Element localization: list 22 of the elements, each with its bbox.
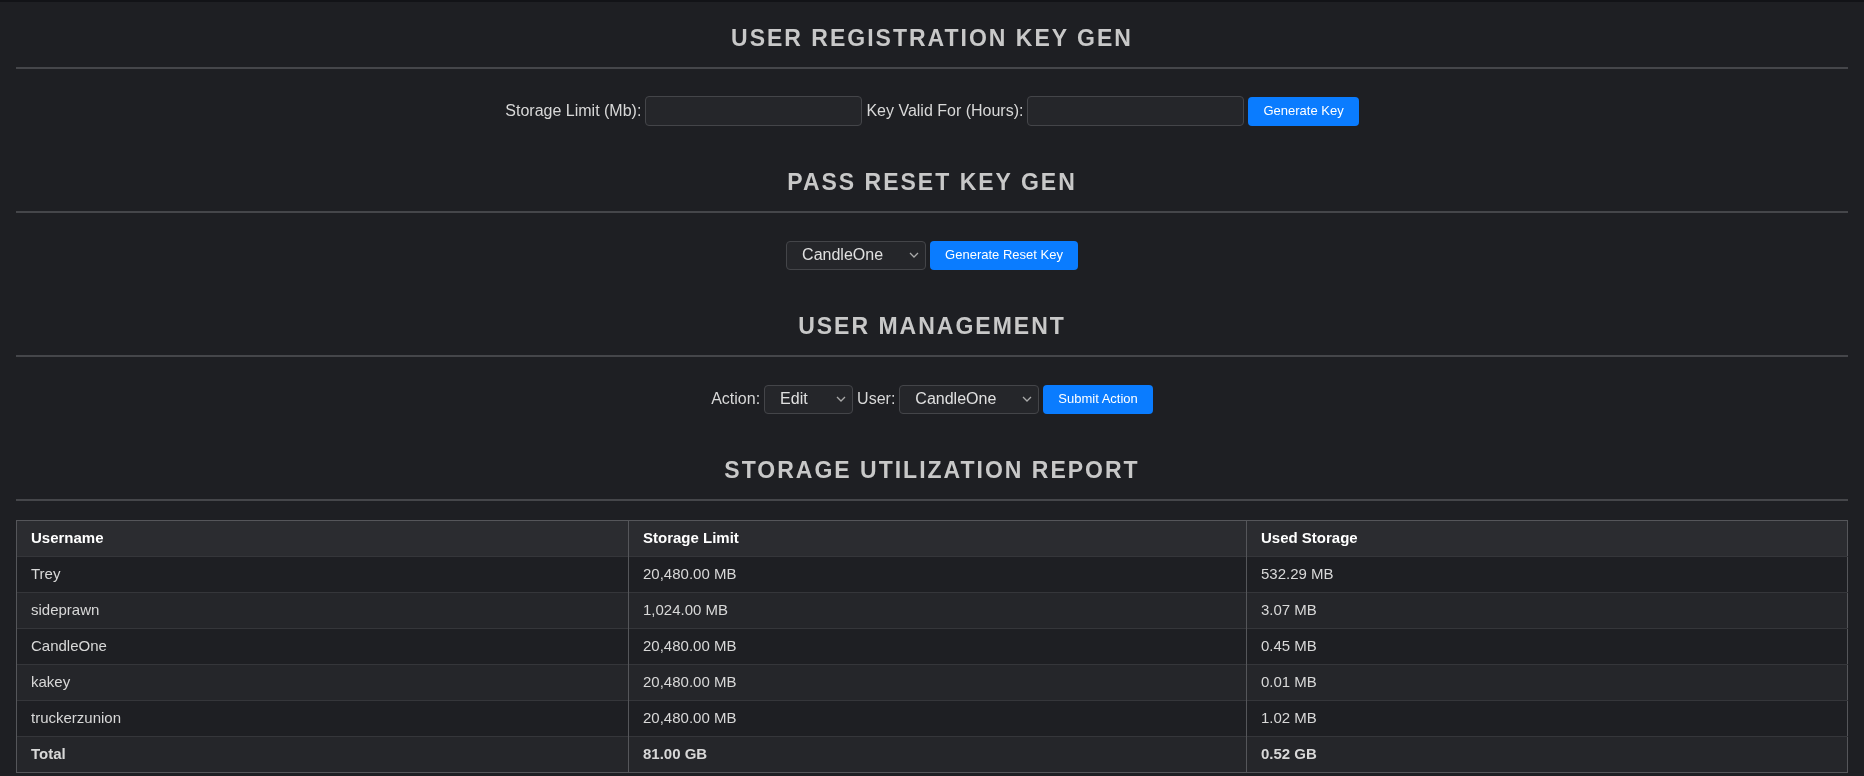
table-cell: 81.00 GB — [628, 736, 1247, 773]
section-heading: USER REGISTRATION KEY GEN — [731, 24, 1133, 53]
chevron-down-icon — [1022, 396, 1033, 402]
field-label: User: — [857, 389, 896, 409]
primary-button[interactable]: Submit Action — [1043, 384, 1153, 414]
field-label: Action: — [711, 389, 761, 409]
chevron-down-icon — [836, 396, 847, 402]
field-label: Storage Limit (Mb): — [505, 101, 642, 121]
section-heading: USER MANAGEMENT — [798, 312, 1066, 341]
primary-button[interactable]: Generate Reset Key — [930, 240, 1078, 270]
field-label: Key Valid For (Hours): — [866, 101, 1024, 121]
dropdown-select[interactable]: CandleOne — [786, 240, 927, 270]
section-heading: PASS RESET KEY GEN — [787, 168, 1077, 197]
table-cell: Total — [16, 736, 629, 773]
dropdown-select[interactable]: Edit — [764, 384, 854, 414]
storage-limit-field[interactable] — [645, 96, 863, 126]
key-valid-field[interactable] — [1027, 96, 1245, 126]
section-heading: STORAGE UTILIZATION REPORT — [724, 456, 1140, 485]
chevron-down-icon — [909, 252, 920, 258]
primary-button[interactable]: Generate Key — [1248, 96, 1359, 126]
table-cell: 0.52 GB — [1246, 736, 1848, 773]
dropdown-select[interactable]: CandleOne — [899, 384, 1040, 414]
